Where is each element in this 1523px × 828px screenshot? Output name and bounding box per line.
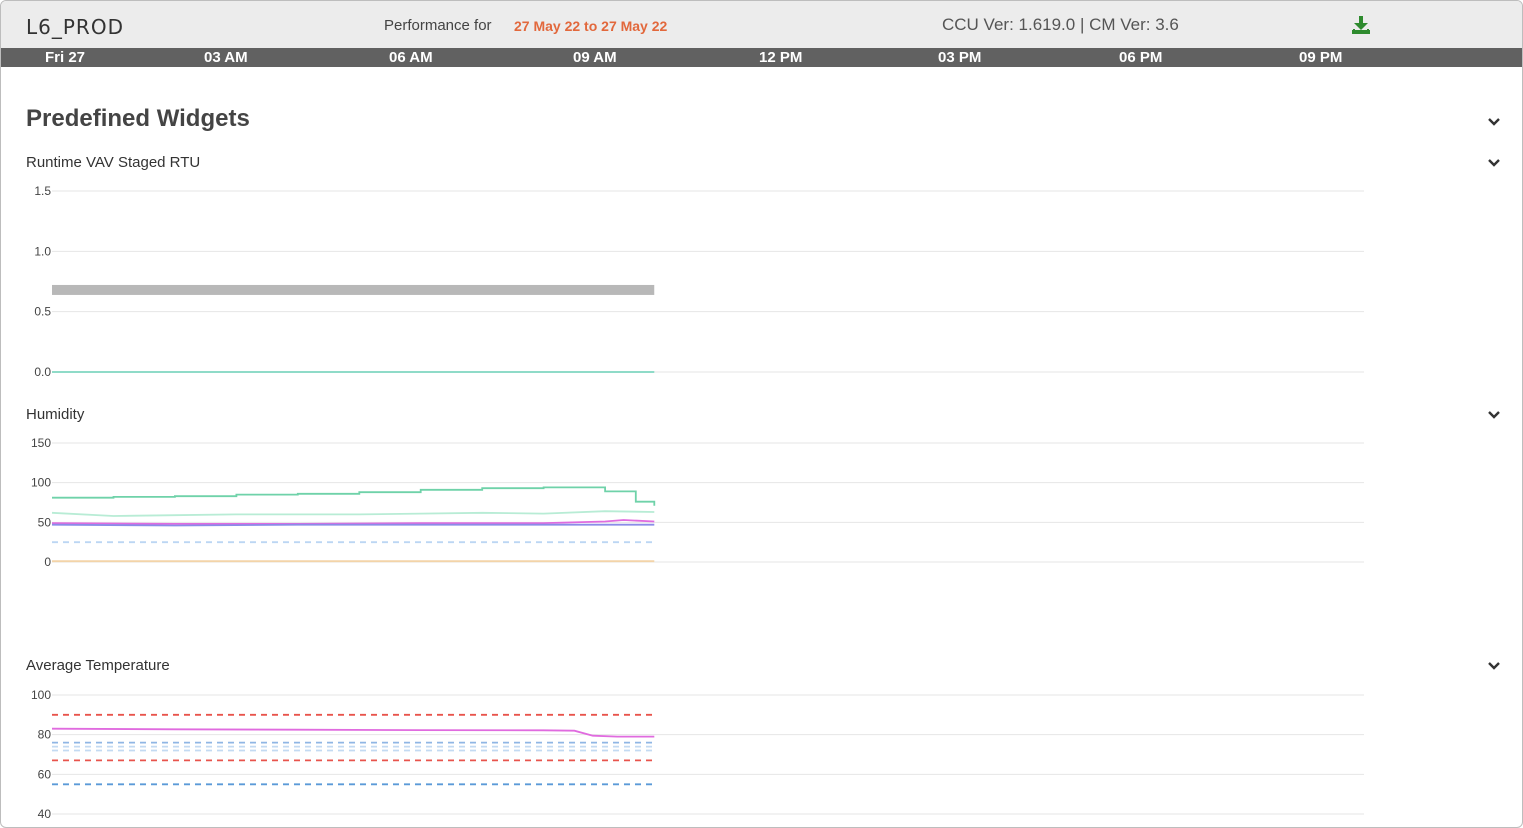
y-tick-label: 80 [38,728,52,742]
y-tick-label: 0.5 [34,305,51,319]
chevron-down-icon[interactable] [1486,408,1502,420]
app-frame: L6_PROD Performance for 27 May 22 to 27 … [0,0,1523,828]
timeline-tick: 03 PM [938,49,982,66]
chevron-down-icon[interactable] [1486,659,1502,671]
performance-label: Performance for [384,17,492,34]
timeline-tick: 09 PM [1299,49,1343,66]
y-tick-label: 1.5 [34,184,51,198]
y-tick-label: 60 [38,767,52,781]
y-tick-label: 1.0 [34,244,51,258]
timeline-tick: Fri 27 [45,49,86,66]
humidity-chart: 150 100 50 0 [31,436,1364,569]
timeline-tick: 06 AM [389,49,433,66]
series-band[interactable] [52,284,655,295]
widget-title-runtime: Runtime VAV Staged RTU [26,154,201,171]
y-tick-label: 0.0 [34,365,51,379]
series-line[interactable] [52,486,656,506]
chevron-down-icon[interactable] [1486,156,1502,168]
y-tick-label: 100 [31,476,51,490]
chevron-down-icon[interactable] [1486,115,1502,127]
runtime-chart: 1.5 1.0 0.5 0.0 [34,184,1364,379]
series-line[interactable] [51,727,655,738]
timeline-tick: 03 AM [204,49,248,66]
section-title: Predefined Widgets [26,105,250,132]
timeline-bar[interactable]: Fri 27 03 AM 06 AM 09 AM 12 PM 03 PM 06 … [1,48,1522,67]
date-range-picker[interactable]: 27 May 22 to 27 May 22 [514,18,667,34]
y-tick-label: 0 [44,555,51,569]
series-line[interactable] [51,523,655,527]
widget-title-avg-temp: Average Temperature [26,657,170,674]
timeline-tick: 06 PM [1119,49,1163,66]
version-info: CCU Ver: 1.619.0 | CM Ver: 3.6 [942,15,1179,34]
y-tick-label: 100 [31,688,51,702]
y-tick-label: 150 [31,436,51,450]
download-icon[interactable] [1350,14,1372,36]
site-name: L6_PROD [26,15,124,39]
avg-temp-chart: 100 80 60 40 [31,688,1364,821]
y-tick-label: 40 [38,807,52,821]
widget-title-humidity: Humidity [26,406,85,423]
series-line[interactable] [51,510,655,517]
y-tick-label: 50 [38,515,52,529]
timeline-tick: 09 AM [573,49,617,66]
header-bar: L6_PROD Performance for 27 May 22 to 27 … [1,1,1522,48]
timeline-tick: 12 PM [759,49,803,66]
